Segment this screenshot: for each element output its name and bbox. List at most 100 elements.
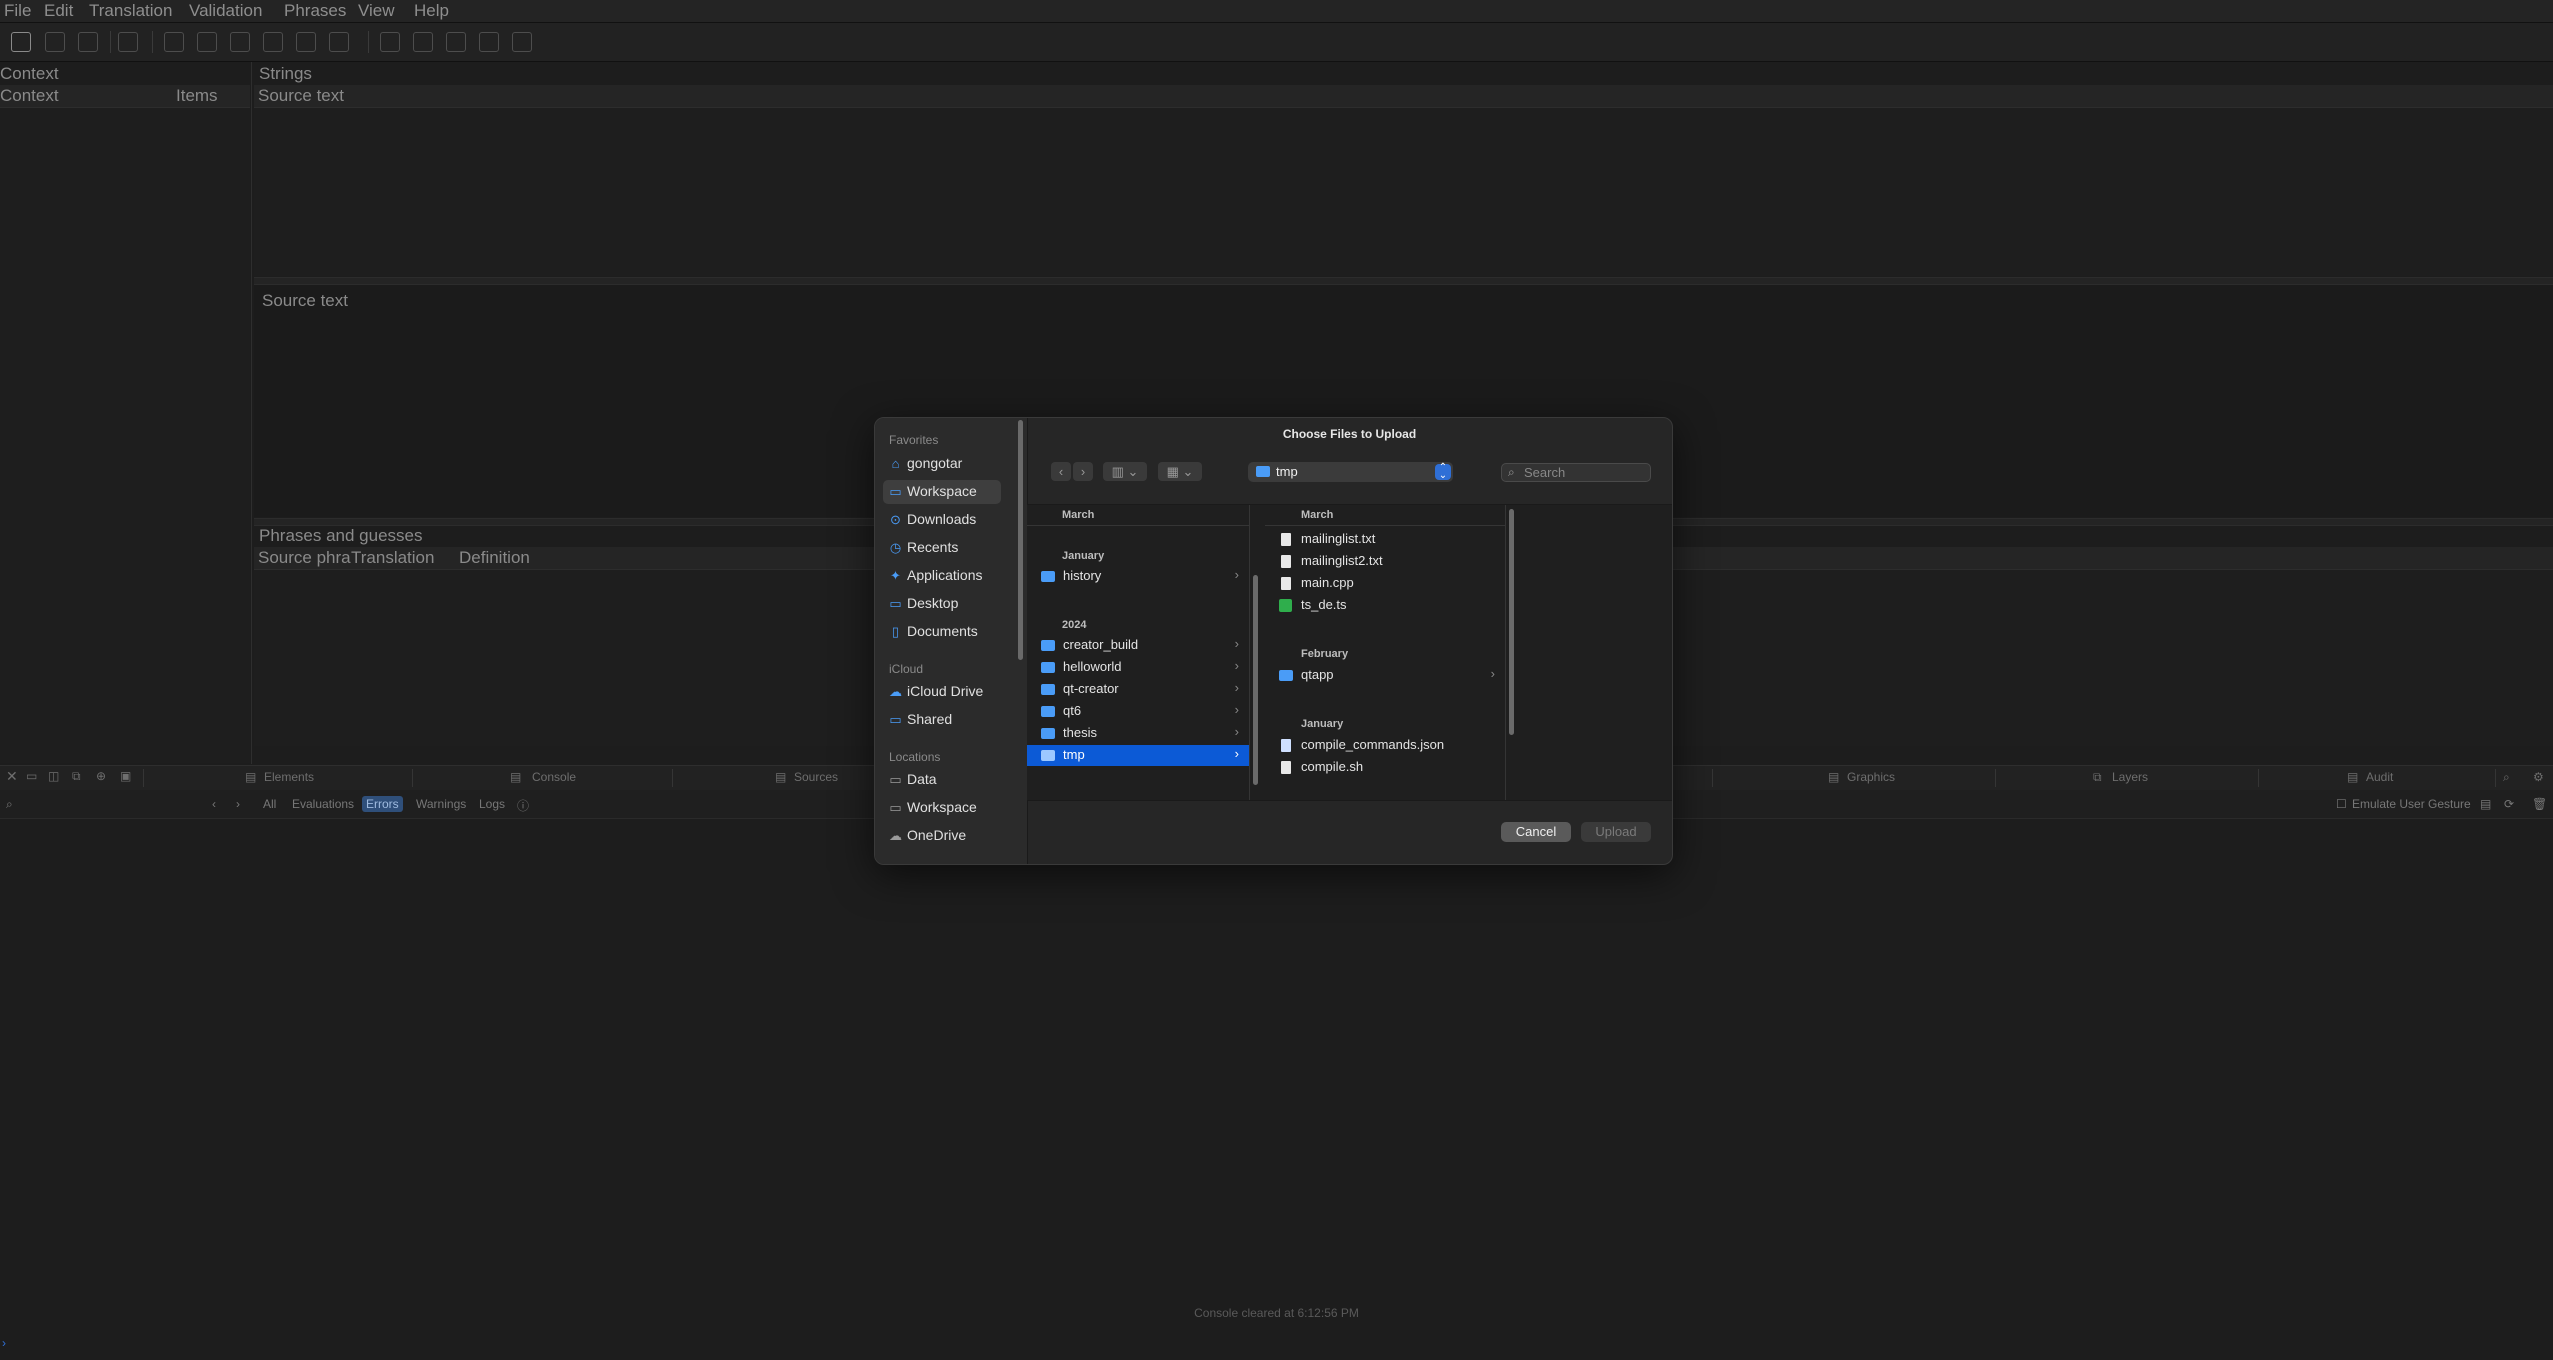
crosshair-icon[interactable]: ⊕: [96, 769, 106, 783]
list-item[interactable]: ts_de.ts: [1265, 595, 1505, 616]
source-text-column-header[interactable]: Source text: [258, 86, 344, 106]
menu-edit[interactable]: Edit: [44, 1, 73, 21]
accelerator-check-icon[interactable]: [380, 32, 400, 52]
column-scrollbar[interactable]: [1253, 575, 1258, 785]
context-column-header[interactable]: Context: [0, 86, 59, 106]
menu-validation[interactable]: Validation: [189, 1, 262, 21]
filter-logs[interactable]: Logs: [479, 797, 505, 811]
tab-sources[interactable]: Sources: [794, 770, 838, 784]
list-item[interactable]: history ›: [1027, 566, 1249, 587]
menu-help[interactable]: Help: [414, 1, 449, 21]
upload-button[interactable]: Upload: [1581, 822, 1651, 842]
search-icon[interactable]: ⌕: [2503, 770, 2510, 785]
context-splitter[interactable]: [251, 62, 252, 764]
edit-icon[interactable]: [11, 32, 31, 52]
list-item[interactable]: compile_commands.json: [1265, 735, 1505, 756]
list-item[interactable]: compile.sh: [1265, 757, 1505, 778]
sidebar-item-icloud-drive[interactable]: ☁ iCloud Drive: [883, 680, 1001, 704]
filter-warnings[interactable]: Warnings: [416, 797, 466, 811]
preserve-log-icon[interactable]: ▤: [2480, 797, 2491, 811]
browser-column[interactable]: March mailinglist.txt mailinglist2.txt m…: [1265, 505, 1506, 800]
column-scrollbar[interactable]: [1509, 509, 1514, 735]
placemarker-check-icon[interactable]: [479, 32, 499, 52]
tab-layers[interactable]: Layers: [2112, 770, 2148, 784]
tab-console[interactable]: Console: [532, 770, 576, 784]
browser-column[interactable]: March January history › 2024 creator_buil…: [1027, 505, 1250, 800]
strings-list[interactable]: [254, 108, 2553, 276]
phrase-check-icon[interactable]: [446, 32, 466, 52]
tab-audit[interactable]: Audit: [2366, 770, 2393, 784]
dock-icon[interactable]: ▭: [26, 769, 37, 783]
translation-column-header[interactable]: Translation: [351, 548, 434, 568]
items-column-header[interactable]: Items: [176, 86, 218, 106]
prev-arrow-icon[interactable]: ‹: [212, 797, 216, 811]
sidebar-item-gongotar[interactable]: ⌂ gongotar: [883, 452, 1001, 476]
done-next-icon[interactable]: [296, 32, 316, 52]
list-item-selected[interactable]: tmp ›: [1027, 745, 1249, 766]
sidebar-item-workspace-location[interactable]: ▭ Workspace: [883, 796, 1001, 820]
list-item[interactable]: qt6 ›: [1027, 701, 1249, 722]
dock-side-icon[interactable]: ◫: [48, 769, 59, 783]
search-input[interactable]: [1524, 465, 1644, 480]
help-icon[interactable]: ⓘ: [517, 797, 529, 814]
layers-icon[interactable]: ⧉: [72, 769, 81, 784]
menu-view[interactable]: View: [358, 1, 395, 21]
menu-translation[interactable]: Translation: [89, 1, 172, 21]
sidebar-item-shared[interactable]: ▭ Shared: [883, 708, 1001, 732]
sidebar-item-data[interactable]: ▭ Data: [883, 768, 1001, 792]
sidebar-item-onedrive[interactable]: ☁ OneDrive: [883, 824, 1001, 848]
menu-file[interactable]: File: [4, 1, 31, 21]
reload-icon[interactable]: ⟳: [2504, 797, 2514, 811]
filter-all[interactable]: All: [263, 797, 276, 811]
gear-icon[interactable]: ⚙: [2533, 770, 2544, 784]
phrasebook-icon[interactable]: [118, 32, 138, 52]
sidebar-item-applications[interactable]: ✦ Applications: [883, 564, 1001, 588]
view-mode-button[interactable]: ▥ ⌄: [1103, 462, 1147, 481]
list-item[interactable]: thesis ›: [1027, 723, 1249, 744]
filter-evaluations[interactable]: Evaluations: [292, 797, 354, 811]
sidebar-item-documents[interactable]: ▯ Documents: [883, 620, 1001, 644]
list-item[interactable]: creator_build ›: [1027, 635, 1249, 656]
close-icon[interactable]: ✕: [6, 768, 18, 785]
prev-icon[interactable]: [230, 32, 250, 52]
list-item[interactable]: qt-creator ›: [1027, 679, 1249, 700]
surrounding-whitespace-check-icon[interactable]: [512, 32, 532, 52]
next-unfinished-icon[interactable]: [197, 32, 217, 52]
next-icon[interactable]: [263, 32, 283, 52]
console-output[interactable]: [0, 819, 2553, 1339]
print-icon[interactable]: [78, 32, 98, 52]
group-mode-button[interactable]: ▦ ⌄: [1158, 462, 1202, 481]
list-item[interactable]: mailinglist2.txt: [1265, 551, 1505, 572]
path-popup[interactable]: tmp ⌃ ⌄: [1248, 462, 1453, 482]
search-field[interactable]: ⌕: [1501, 463, 1651, 482]
tab-graphics[interactable]: Graphics: [1847, 770, 1895, 784]
definition-column-header[interactable]: Definition: [459, 548, 530, 568]
forward-button[interactable]: ›: [1073, 462, 1093, 481]
sidebar-item-desktop[interactable]: ▭ Desktop: [883, 592, 1001, 616]
tab-elements[interactable]: Elements: [264, 770, 314, 784]
back-button[interactable]: ‹: [1051, 462, 1071, 481]
sidebar-item-recents[interactable]: ◷ Recents: [883, 536, 1001, 560]
source-phrase-column-header[interactable]: Source phra: [258, 548, 351, 568]
sidebar-item-downloads[interactable]: ⊙ Downloads: [883, 508, 1001, 532]
list-item[interactable]: main.cpp: [1265, 573, 1505, 594]
console-prompt-icon[interactable]: ›: [2, 1336, 6, 1350]
sidebar-scrollbar[interactable]: [1018, 420, 1023, 660]
menu-phrases[interactable]: Phrases: [284, 1, 346, 21]
list-item[interactable]: helloworld ›: [1027, 657, 1249, 678]
emulate-checkbox[interactable]: ☐: [2336, 797, 2347, 811]
save-icon[interactable]: [45, 32, 65, 52]
cancel-button[interactable]: Cancel: [1501, 822, 1571, 842]
device-icon[interactable]: ▣: [120, 769, 131, 783]
punctuation-check-icon[interactable]: [413, 32, 433, 52]
strings-splitter[interactable]: [254, 277, 2553, 285]
list-item[interactable]: mailinglist.txt: [1265, 529, 1505, 550]
copy-source-icon[interactable]: [329, 32, 349, 52]
prev-unfinished-icon[interactable]: [164, 32, 184, 52]
sidebar-item-workspace[interactable]: ▭ Workspace: [883, 480, 1001, 504]
next-arrow-icon[interactable]: ›: [236, 797, 240, 811]
filter-errors[interactable]: Errors: [362, 796, 403, 812]
context-list[interactable]: [0, 108, 250, 763]
trash-icon[interactable]: 🗑︎: [2532, 797, 2547, 811]
list-item[interactable]: qtapp ›: [1265, 665, 1505, 686]
